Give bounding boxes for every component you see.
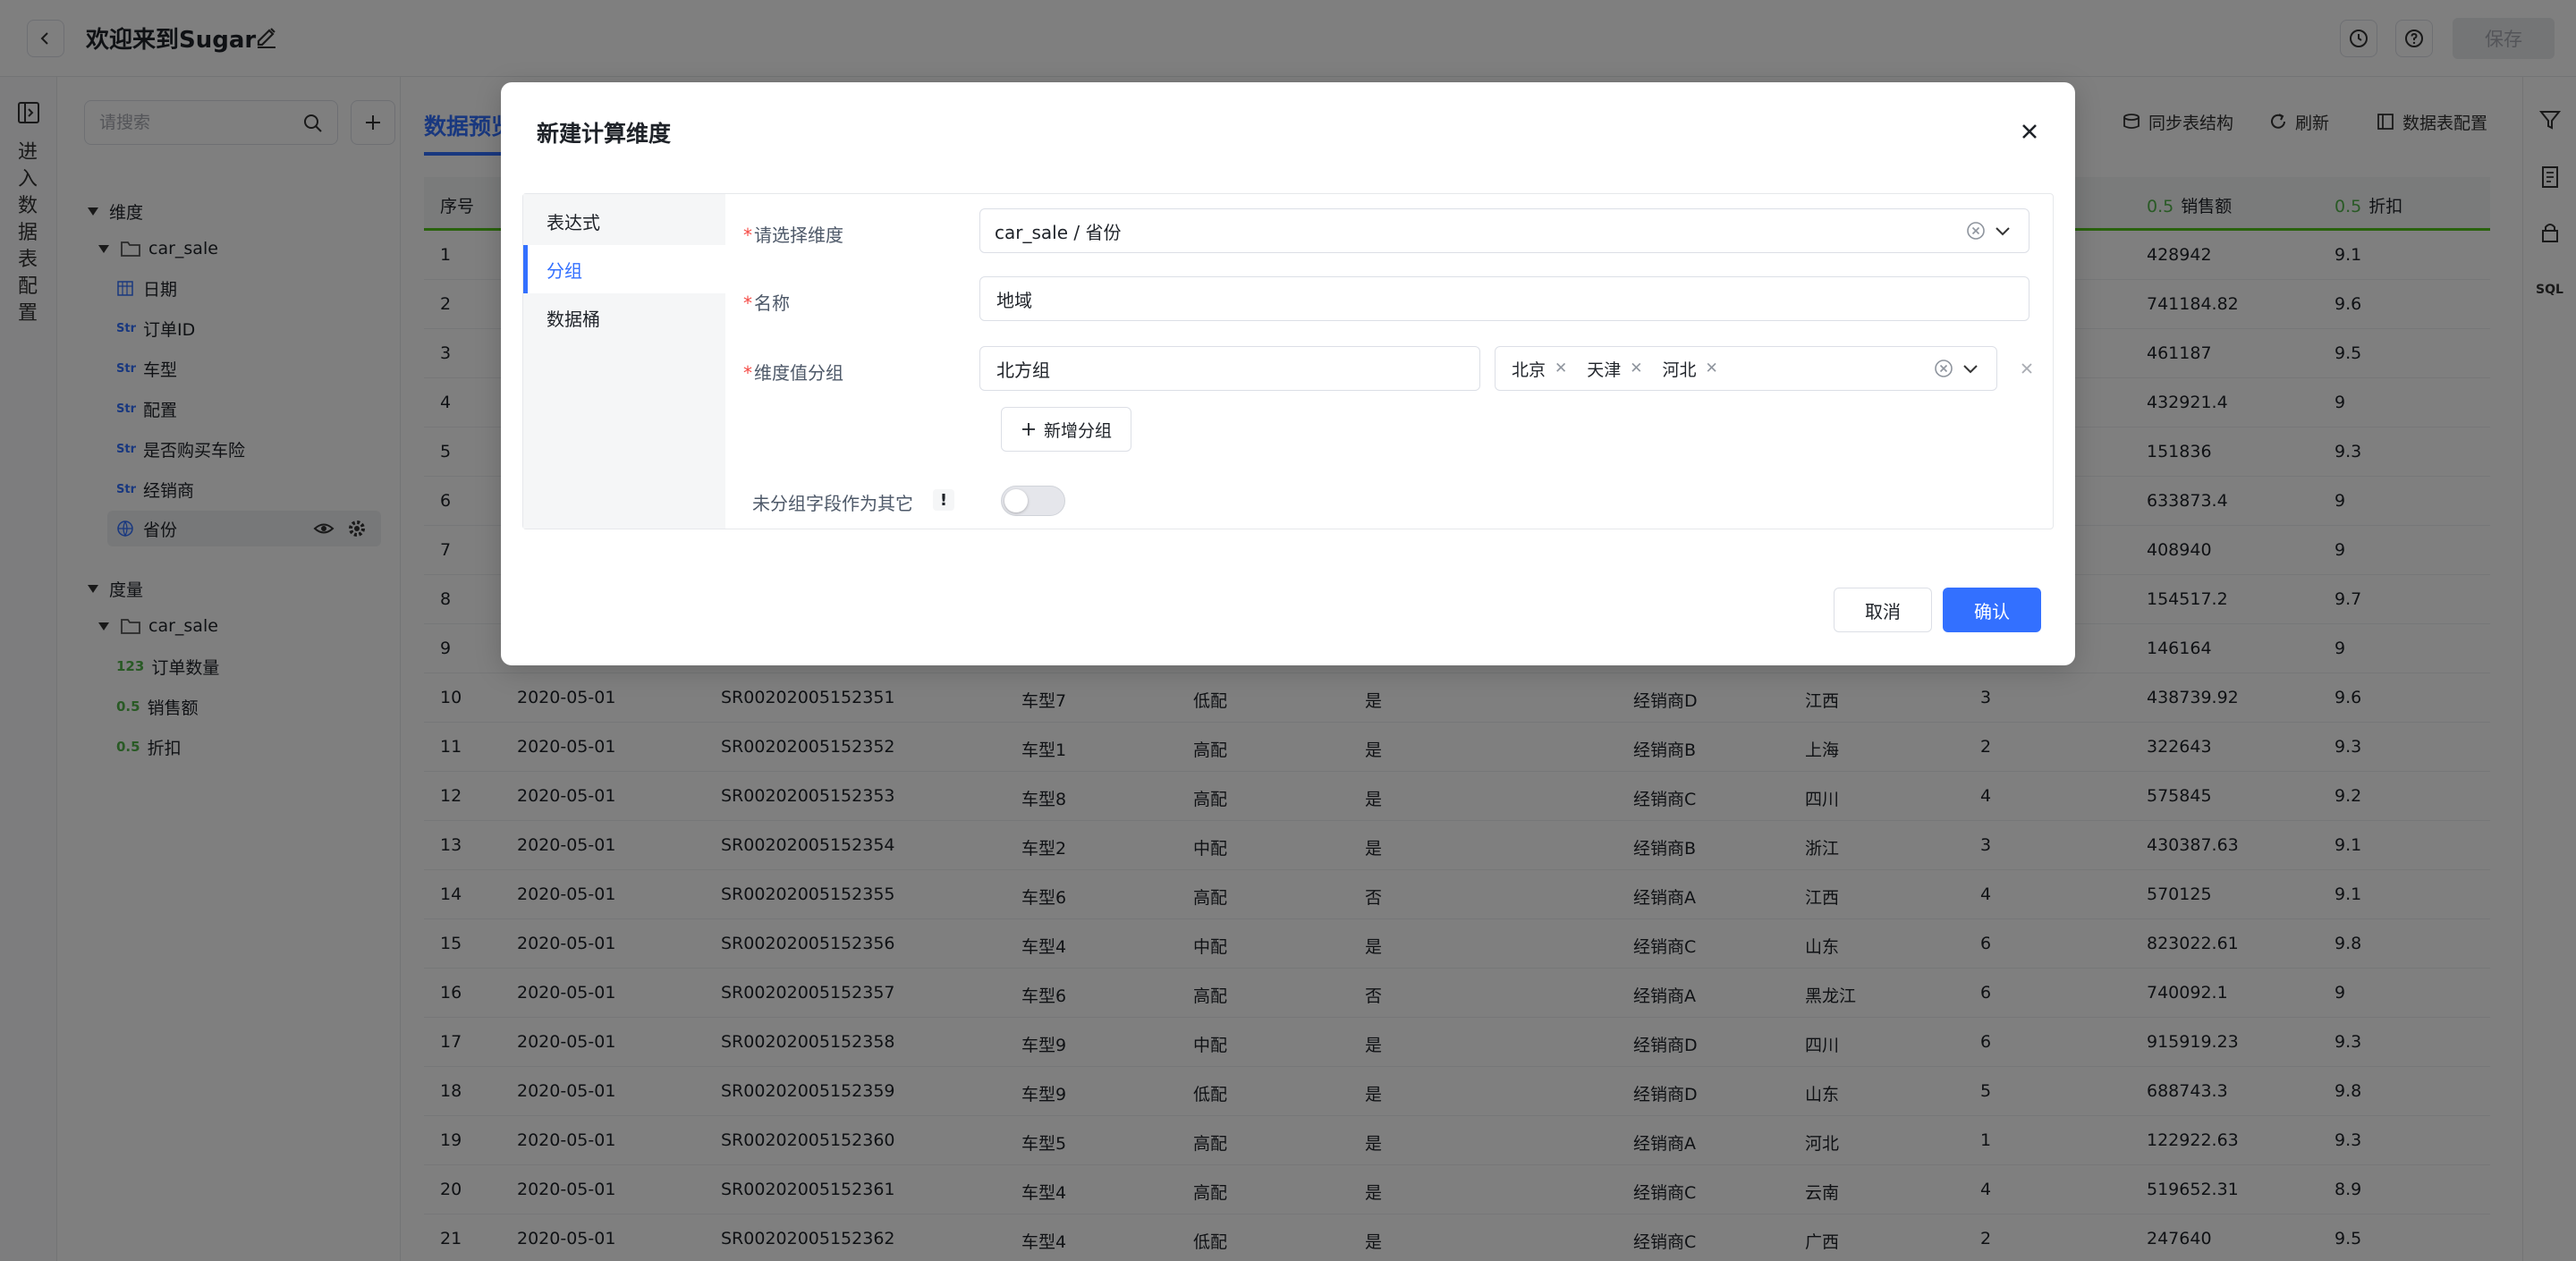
tag-label: 天津 xyxy=(1587,360,1622,380)
clear-icon[interactable] xyxy=(1934,359,1953,378)
tag-label: 河北 xyxy=(1662,360,1697,380)
tag-remove-icon[interactable]: ✕ xyxy=(1630,360,1642,377)
label-text: 名称 xyxy=(754,292,790,314)
dimension-select-label: * 请选择维度 xyxy=(743,221,843,247)
others-toggle[interactable] xyxy=(1001,486,1065,516)
tag-label: 北京 xyxy=(1512,360,1546,380)
clear-icon[interactable] xyxy=(1966,221,1986,241)
dialog-title: 新建计算维度 xyxy=(537,121,672,147)
dimension-select[interactable]: car_sale / 省份 xyxy=(979,208,2029,253)
name-label: * 名称 xyxy=(743,289,790,315)
select-value: car_sale / 省份 xyxy=(995,221,1122,243)
tab-bucket[interactable]: 数据桶 xyxy=(523,293,725,342)
label-text: 请选择维度 xyxy=(754,224,843,246)
value-tag: 天津 ✕ xyxy=(1587,355,1642,382)
close-icon xyxy=(2022,124,2037,139)
others-label: 未分组字段作为其它 xyxy=(752,493,913,514)
new-calculated-dimension-dialog: 新建计算维度 表达式 分组 数据桶 * 请选择维度 car_sale / 省份 *… xyxy=(501,82,2075,665)
dialog-body: 表达式 分组 数据桶 * 请选择维度 car_sale / 省份 * 名称 地域 *… xyxy=(522,193,2054,529)
chevron-down-icon[interactable] xyxy=(1993,221,2012,241)
tab-group[interactable]: 分组 xyxy=(523,245,725,293)
required-mark: * xyxy=(743,292,752,314)
value-tag: 北京 ✕ xyxy=(1512,355,1567,382)
tag-remove-icon[interactable]: ✕ xyxy=(1706,360,1718,377)
input-value: 地域 xyxy=(996,289,1032,311)
group-name-input[interactable]: 北方组 xyxy=(979,346,1480,391)
required-mark: * xyxy=(743,362,752,384)
input-value: 北方组 xyxy=(996,359,1050,381)
tab-expression[interactable]: 表达式 xyxy=(523,197,725,245)
plus-icon xyxy=(1021,423,1035,436)
value-tag: 河北 ✕ xyxy=(1663,355,1718,382)
confirm-button[interactable]: 确认 xyxy=(1943,588,2041,632)
name-input[interactable]: 地域 xyxy=(979,276,2029,321)
label-text: 维度值分组 xyxy=(754,362,843,384)
required-mark: * xyxy=(743,224,752,246)
group-label: * 维度值分组 xyxy=(743,359,843,385)
add-group-label: 新增分组 xyxy=(1043,420,1112,441)
close-button[interactable] xyxy=(2016,118,2043,145)
info-icon[interactable]: ! xyxy=(933,489,954,511)
toggle-knob xyxy=(1004,489,1028,512)
add-group-button[interactable]: 新增分组 xyxy=(1001,407,1131,452)
chevron-down-icon[interactable] xyxy=(1961,359,1980,378)
remove-group-icon[interactable] xyxy=(2019,360,2035,377)
cancel-button[interactable]: 取消 xyxy=(1834,588,1932,632)
dimension-type-nav: 表达式 分组 数据桶 xyxy=(523,194,725,529)
group-values-select[interactable]: 北京 ✕ 天津 ✕ 河北 ✕ xyxy=(1495,346,1997,391)
tag-remove-icon[interactable]: ✕ xyxy=(1555,360,1567,377)
